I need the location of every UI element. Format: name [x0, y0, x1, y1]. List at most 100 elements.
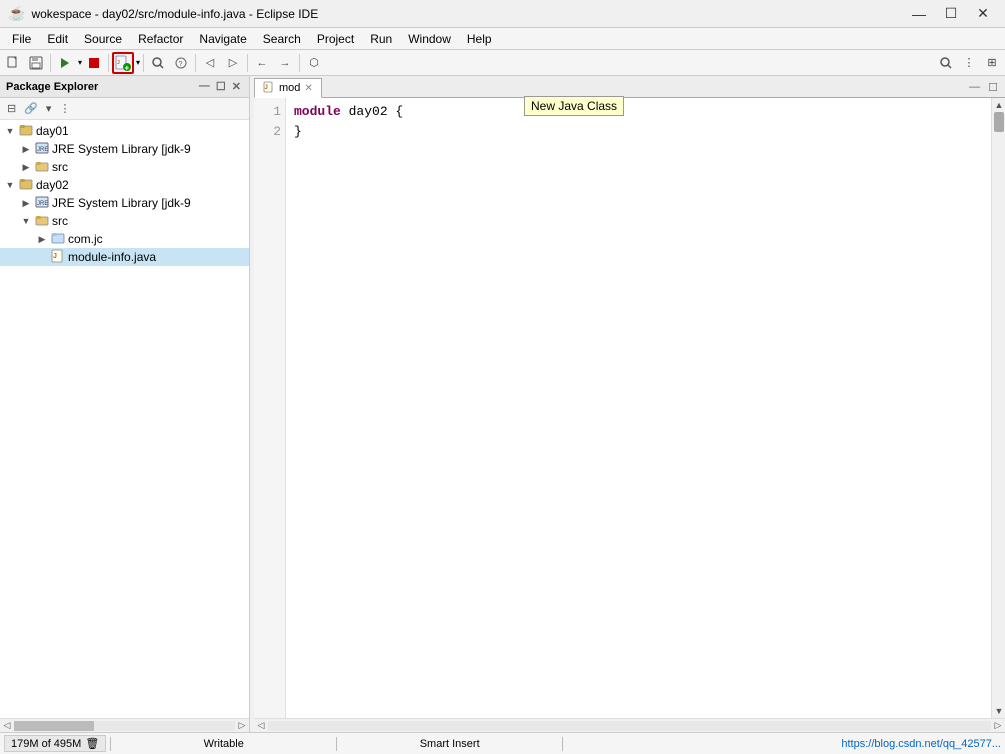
package-explorer: Package Explorer — ☐ ✕ ⊟ 🔗 ▾ ⋮ ▼: [0, 76, 250, 732]
tree-toggle-src-day02[interactable]: ▼: [20, 216, 32, 226]
status-sep1: [110, 737, 111, 751]
svg-text:J: J: [117, 60, 120, 66]
menu-run[interactable]: Run: [362, 30, 400, 48]
line-numbers: 1 2: [254, 98, 286, 718]
project-icon-day01: [19, 123, 33, 140]
line-number-1: 1: [256, 102, 281, 122]
tree-toggle-jre-day02[interactable]: ▶: [20, 198, 32, 209]
toolbar-viewmenu-btn[interactable]: ⋮: [958, 52, 980, 74]
toolbar-fwd-btn[interactable]: →: [274, 52, 296, 74]
menu-source[interactable]: Source: [76, 30, 130, 48]
toolbar: ▾ J + ▾ ? ◁ ▷ ← → ⬡ ⋮ ⊞: [0, 50, 1005, 76]
tab-icon-moduleinfo: J: [263, 81, 275, 96]
tree-toggle-day01[interactable]: ▼: [4, 126, 16, 136]
hscroll-left-arrow[interactable]: ◁: [254, 719, 268, 733]
tree-toggle-src-day01[interactable]: ▶: [20, 162, 32, 173]
status-sep2: [336, 737, 337, 751]
pe-hscroll-thumb[interactable]: [14, 721, 94, 731]
toolbar-new-btn[interactable]: [2, 52, 24, 74]
toolbar-export-btn[interactable]: ⬡: [303, 52, 325, 74]
scroll-down-arrow[interactable]: ▼: [992, 704, 1005, 718]
toolbar-back-btn[interactable]: ←: [251, 52, 273, 74]
pe-minimize-btn[interactable]: —: [197, 79, 212, 94]
toolbar-stop-btn[interactable]: [83, 52, 105, 74]
editor-tab-moduleinfo[interactable]: J mod ✕: [254, 78, 322, 98]
menu-help[interactable]: Help: [459, 30, 500, 48]
content-area: Package Explorer — ☐ ✕ ⊟ 🔗 ▾ ⋮ ▼: [0, 76, 1005, 732]
pe-collapse-all-btn[interactable]: ⊟: [4, 101, 19, 116]
toolbar-run-debug-btn[interactable]: [54, 52, 76, 74]
toolbar-save-btn[interactable]: [25, 52, 47, 74]
toolbar-prev-edit-btn[interactable]: ◁: [199, 52, 221, 74]
tab-maximize-btn[interactable]: ☐: [985, 80, 1001, 95]
pe-close-btn[interactable]: ✕: [230, 79, 243, 94]
menu-search[interactable]: Search: [255, 30, 309, 48]
toolbar-sep4: [195, 54, 196, 72]
menu-navigate[interactable]: Navigate: [191, 30, 254, 48]
tree-item-day01[interactable]: ▼ day01: [0, 122, 249, 140]
menu-project[interactable]: Project: [309, 30, 362, 48]
menu-refactor[interactable]: Refactor: [130, 30, 191, 48]
tree-item-src-day01[interactable]: ▶ src: [0, 158, 249, 176]
tree-toggle-comjc[interactable]: ▶: [36, 234, 48, 245]
trash-icon[interactable]: 🗑: [85, 737, 99, 750]
menu-edit[interactable]: Edit: [39, 30, 76, 48]
pe-viewmenu-btn[interactable]: ▾: [43, 101, 55, 116]
toolbar-search2-btn[interactable]: [935, 52, 957, 74]
code-text-1: day02 {: [341, 104, 403, 119]
pe-viewmenu2-btn[interactable]: ⋮: [56, 101, 73, 116]
library-icon-jre-day01: JRE: [35, 141, 49, 158]
tree-item-moduleinfo[interactable]: J module-info.java: [0, 248, 249, 266]
code-content[interactable]: module day02 { }: [286, 98, 991, 718]
toolbar-next-edit-btn[interactable]: ▷: [222, 52, 244, 74]
svg-text:JRE: JRE: [37, 147, 48, 153]
library-icon-jre-day02: JRE: [35, 195, 49, 212]
scroll-up-arrow[interactable]: ▲: [992, 98, 1005, 112]
new-java-class-button[interactable]: J +: [112, 52, 134, 74]
status-bar: 179M of 495M 🗑 Writable Smart Insert htt…: [0, 732, 1005, 754]
tree-item-jre-day01[interactable]: ▶ JRE JRE System Library [jdk-9: [0, 140, 249, 158]
toolbar-new-class-dropdown[interactable]: ▾: [136, 58, 140, 67]
tree-toggle-day02[interactable]: ▼: [4, 180, 16, 190]
svg-text:JRE: JRE: [37, 201, 48, 207]
status-url[interactable]: https://blog.csdn.net/qq_42577...: [567, 738, 1001, 750]
svg-text:?: ?: [179, 61, 183, 68]
tree-toggle-jre-day01[interactable]: ▶: [20, 144, 32, 155]
tree-item-day02[interactable]: ▼ day02: [0, 176, 249, 194]
tab-close-moduleinfo[interactable]: ✕: [304, 83, 312, 94]
hscroll-track[interactable]: [268, 721, 991, 731]
scroll-track[interactable]: [992, 112, 1005, 704]
toolbar-run-dropdown[interactable]: ▾: [78, 58, 82, 67]
pe-controls: — ☐ ✕: [197, 79, 243, 94]
menu-window[interactable]: Window: [400, 30, 459, 48]
status-memory: 179M of 495M 🗑: [4, 735, 106, 752]
pe-hscroll[interactable]: ◁ ▷: [0, 718, 249, 732]
pe-hscroll-track[interactable]: [14, 721, 235, 731]
close-button[interactable]: ✕: [969, 4, 997, 24]
tree-label-src-day02: src: [52, 214, 68, 228]
menu-file[interactable]: File: [4, 30, 39, 48]
pe-hscroll-left[interactable]: ◁: [0, 719, 14, 733]
pe-toolbar: ⊟ 🔗 ▾ ⋮: [0, 98, 249, 120]
toolbar-search-btn[interactable]: [147, 52, 169, 74]
minimize-button[interactable]: —: [905, 4, 933, 24]
pe-link-editor-btn[interactable]: 🔗: [21, 101, 41, 116]
toolbar-sep1: [50, 54, 51, 72]
tab-minimize-btn[interactable]: —: [966, 80, 983, 94]
tree-item-src-day02[interactable]: ▼ src: [0, 212, 249, 230]
folder-icon-src-day02: [35, 213, 49, 230]
pe-maximize-btn[interactable]: ☐: [214, 79, 228, 94]
scroll-thumb[interactable]: [994, 112, 1004, 132]
toolbar-references-btn[interactable]: ?: [170, 52, 192, 74]
maximize-button[interactable]: ☐: [937, 4, 965, 24]
editor-panel: J mod ✕ New Java Class — ☐ 1 2 modul: [254, 76, 1005, 732]
package-icon-comjc: [51, 231, 65, 248]
window-title: wokespace - day02/src/module-info.java -…: [31, 7, 905, 21]
tree-item-comjc[interactable]: ▶ com.jc: [0, 230, 249, 248]
pe-hscroll-right[interactable]: ▷: [235, 719, 249, 733]
tree-item-jre-day02[interactable]: ▶ JRE JRE System Library [jdk-9: [0, 194, 249, 212]
toolbar-perspectives-btn[interactable]: ⊞: [981, 52, 1003, 74]
svg-text:J: J: [53, 253, 57, 260]
hscroll-right-arrow[interactable]: ▷: [991, 719, 1005, 733]
svg-text:J: J: [265, 85, 268, 91]
